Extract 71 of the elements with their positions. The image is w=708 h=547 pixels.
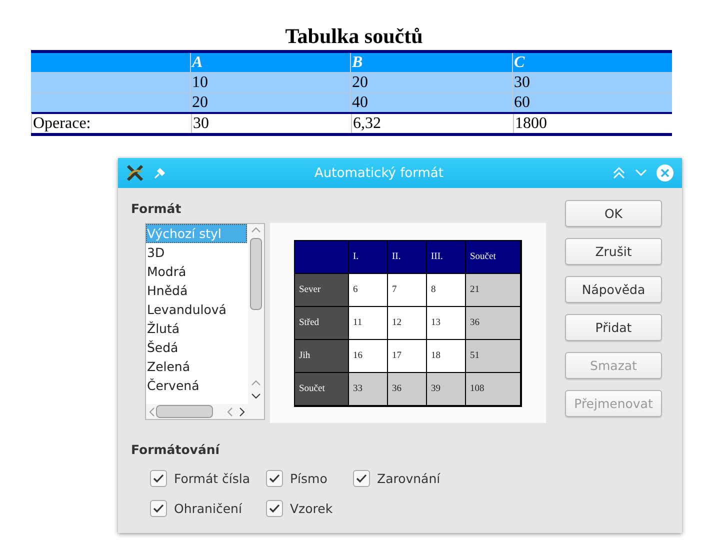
table-cell: 36 — [466, 306, 521, 340]
table-cell: 1800 — [513, 114, 673, 133]
check-icon — [269, 504, 280, 513]
column-header: I. — [349, 240, 388, 274]
table-cell: 36 — [388, 372, 427, 406]
vertical-scrollbar[interactable] — [248, 224, 264, 404]
table-cell: 8 — [427, 274, 466, 306]
scroll-up-icon[interactable] — [251, 226, 261, 234]
close-icon[interactable] — [656, 164, 674, 182]
horizontal-scrollbar[interactable] — [146, 404, 264, 419]
list-item[interactable]: Šedá — [146, 338, 247, 357]
scroll-up-icon[interactable] — [251, 379, 261, 387]
table-cell: 17 — [388, 340, 427, 372]
table-cell: 108 — [466, 372, 521, 406]
checkbox[interactable] — [150, 470, 167, 487]
pin-icon[interactable] — [154, 167, 166, 179]
scroll-right-icon[interactable] — [238, 407, 246, 417]
checkbox[interactable] — [266, 470, 283, 487]
list-item[interactable]: Červená — [146, 376, 247, 395]
table-cell: 30 — [191, 114, 351, 133]
column-header: III. — [427, 240, 466, 274]
row-label: Operace: — [32, 114, 92, 133]
checkbox[interactable] — [353, 470, 370, 487]
row-label: Sever — [295, 274, 349, 306]
document-title: Tabulka součtů — [284, 23, 424, 50]
list-item[interactable]: Žlutá — [146, 319, 247, 338]
dialog-button[interactable]: Nápověda — [565, 276, 662, 303]
checkbox[interactable] — [150, 500, 167, 517]
table-cell: 33 — [349, 372, 388, 406]
checkbox-label: Ohraničení — [174, 501, 242, 516]
row-label: Střed — [295, 306, 349, 340]
dialog-button[interactable]: Zrušit — [565, 238, 662, 265]
section-heading: Formátování — [131, 441, 221, 459]
row-label: Součet — [295, 372, 349, 406]
app-icon[interactable] — [126, 164, 144, 182]
window-title: Automatický formát — [314, 166, 444, 180]
column-header: II. — [388, 240, 427, 274]
minimize-icon[interactable] — [634, 168, 648, 178]
list-item[interactable]: Hnědá — [146, 281, 247, 300]
checkbox[interactable] — [266, 500, 283, 517]
check-icon — [269, 474, 280, 483]
dialog-button[interactable]: OK — [565, 200, 662, 227]
table-cell: 51 — [466, 340, 521, 372]
checkbox-label: Zarovnání — [377, 471, 440, 486]
dialog-button[interactable]: Přidat — [565, 314, 662, 341]
check-icon — [356, 474, 367, 483]
table-cell: 21 — [466, 274, 521, 306]
section-heading: Formát — [131, 200, 182, 218]
list-item[interactable]: Zelená — [146, 357, 247, 376]
table-cell: 13 — [427, 306, 466, 340]
keep-above-icon[interactable] — [612, 167, 626, 179]
table-cell: 6 — [349, 274, 388, 306]
checkbox-label: Písmo — [290, 471, 328, 486]
table-cell: 11 — [349, 306, 388, 340]
table-cell: 39 — [427, 372, 466, 406]
check-icon — [153, 504, 164, 513]
list-item[interactable]: Levandulová — [146, 300, 247, 319]
table-cell: 12 — [388, 306, 427, 340]
table-cell: 16 — [349, 340, 388, 372]
checkbox-label: Vzorek — [290, 501, 333, 516]
table-cell: 18 — [427, 340, 466, 372]
checkbox-label: Formát čísla — [174, 471, 250, 486]
row-label: Jih — [295, 340, 349, 372]
scroll-left-icon[interactable] — [148, 407, 156, 417]
column-header: Součet — [466, 240, 521, 274]
table-cell: 7 — [388, 274, 427, 306]
check-icon — [153, 474, 164, 483]
table-cell: 6,32 — [351, 114, 513, 133]
list-item[interactable]: Modrá — [146, 262, 247, 281]
list-item[interactable]: 3D — [146, 243, 247, 262]
scroll-down-icon[interactable] — [251, 392, 261, 400]
